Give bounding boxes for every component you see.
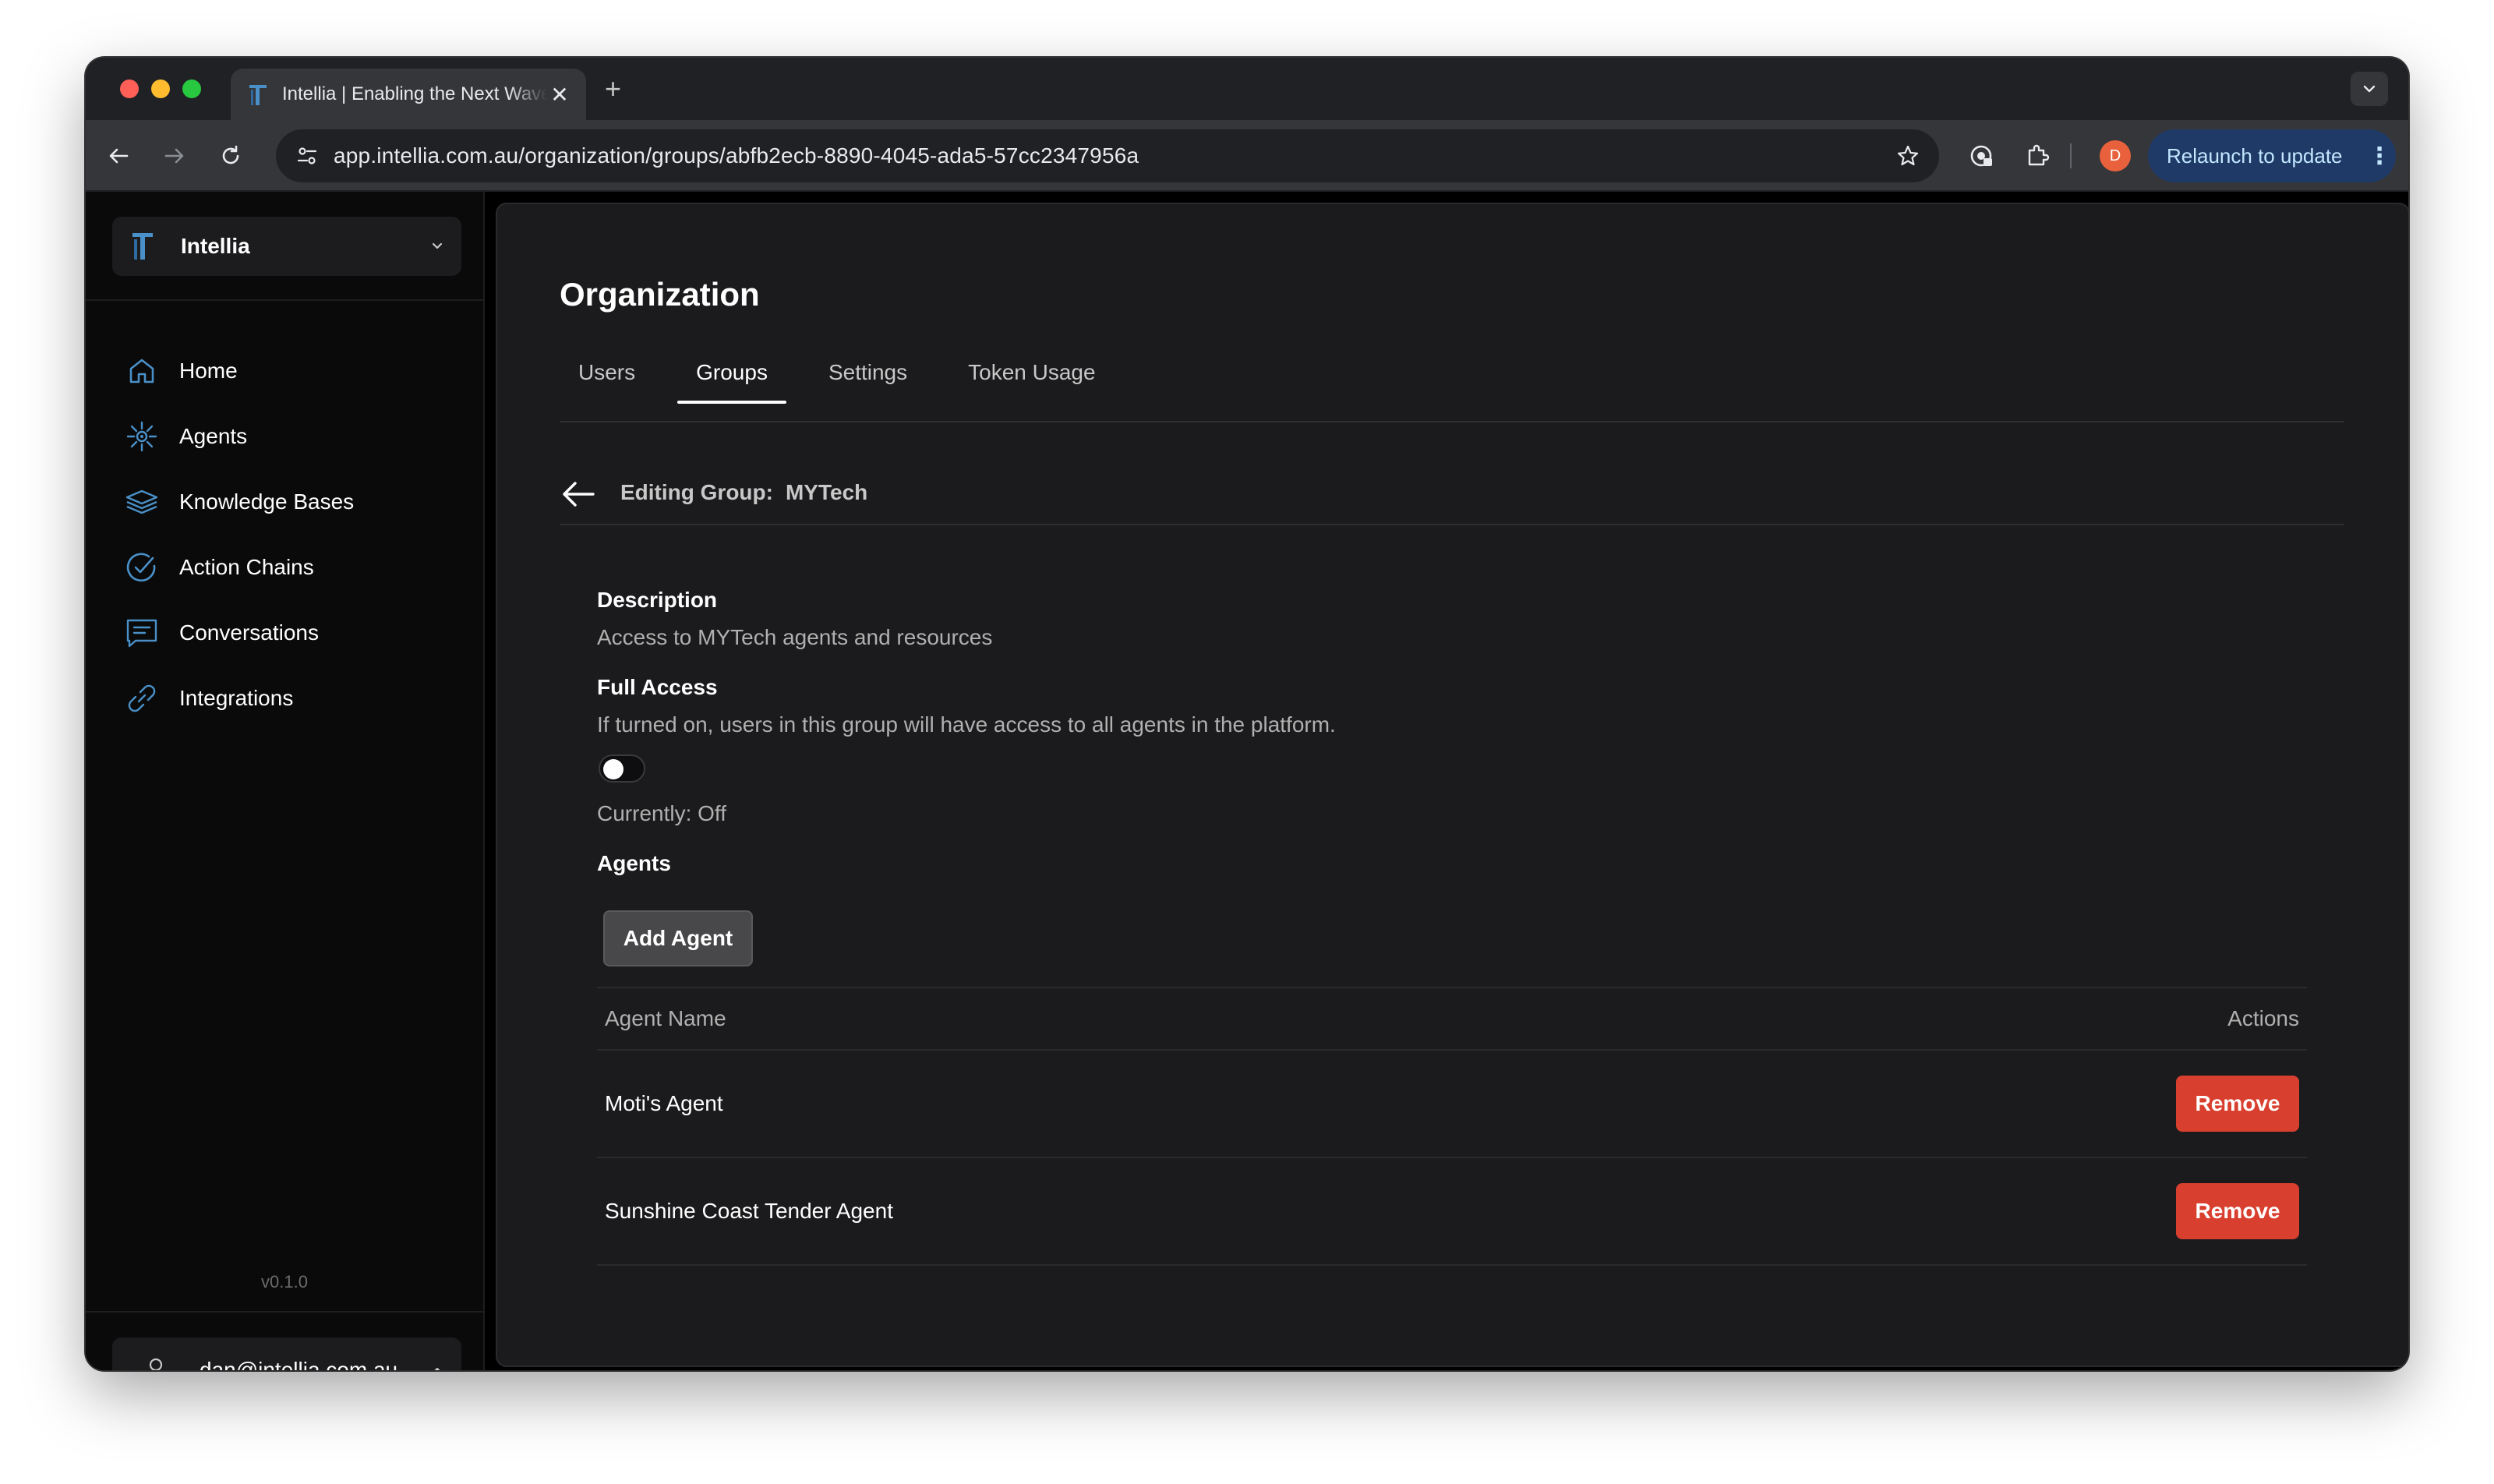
sidebar-item-label: Conversations bbox=[179, 620, 319, 645]
chevron-up-icon bbox=[434, 1367, 440, 1370]
editing-group-label: Editing Group: bbox=[620, 480, 773, 504]
browser-toolbar: app.intellia.com.au/organization/groups/… bbox=[86, 120, 2408, 192]
user-menu[interactable]: dan@intellia.com.au bbox=[112, 1337, 461, 1370]
org-tabs: Users Groups Settings Token Usage bbox=[560, 341, 1138, 404]
agent-name: Sunshine Coast Tender Agent bbox=[605, 1199, 893, 1223]
arrow-left-icon bbox=[563, 482, 595, 507]
header-divider bbox=[560, 524, 2344, 525]
arrow-right-icon bbox=[164, 148, 184, 164]
table-header-row: Agent Name Actions bbox=[597, 987, 2307, 1051]
org-switcher[interactable]: Intellia bbox=[112, 217, 461, 276]
reload-icon bbox=[222, 145, 239, 164]
column-header-actions: Actions bbox=[2227, 1006, 2299, 1030]
sidebar-item-agents[interactable]: Agents bbox=[125, 404, 452, 469]
sidebar-divider bbox=[86, 1311, 483, 1313]
description-text: Access to MYTech agents and resources bbox=[597, 625, 993, 649]
tab-title: Intellia | Enabling the Next Wave of Wor… bbox=[282, 83, 547, 104]
sidebar-item-label: Agents bbox=[179, 424, 248, 448]
sidebar-item-label: Knowledge Bases bbox=[179, 489, 355, 514]
main-panel: Organization Users Groups Settings Token… bbox=[496, 203, 2408, 1367]
remove-agent-button[interactable]: Remove bbox=[2176, 1076, 2299, 1132]
minimize-window-button[interactable] bbox=[151, 80, 170, 98]
app-version: v0.1.0 bbox=[261, 1272, 308, 1291]
remove-agent-button[interactable]: Remove bbox=[2176, 1183, 2299, 1239]
sidebar-item-conversations[interactable]: Conversations bbox=[125, 600, 452, 666]
tabs-divider bbox=[560, 421, 2344, 422]
full-access-heading: Full Access bbox=[597, 675, 718, 699]
password-manager-icon[interactable] bbox=[1964, 139, 1998, 173]
agents-heading: Agents bbox=[597, 851, 671, 875]
toggle-knob bbox=[603, 759, 624, 779]
sidebar-item-action-chains[interactable]: Action Chains bbox=[125, 535, 452, 600]
org-name: Intellia bbox=[181, 234, 250, 258]
tab-search-button[interactable] bbox=[2351, 72, 2388, 106]
new-tab-button[interactable]: + bbox=[605, 75, 621, 103]
extensions-puzzle-icon[interactable] bbox=[2020, 139, 2054, 173]
sidebar-item-integrations[interactable]: Integrations bbox=[125, 666, 452, 731]
browser-tab[interactable]: Intellia | Enabling the Next Wave of Wor… bbox=[231, 69, 586, 120]
chevron-down-icon bbox=[432, 242, 443, 249]
more-vertical-icon[interactable]: ⋮ bbox=[2368, 143, 2391, 170]
column-header-agent-name: Agent Name bbox=[605, 1006, 726, 1030]
sidebar-nav: Home Agents Knowledge Bases Action Chain… bbox=[125, 338, 452, 731]
maximize-window-button[interactable] bbox=[182, 80, 201, 98]
agent-name: Moti's Agent bbox=[605, 1091, 723, 1115]
group-name: MYTech bbox=[785, 480, 868, 504]
conversations-icon bbox=[125, 616, 159, 650]
sidebar-divider bbox=[86, 299, 483, 301]
knowledge-bases-icon bbox=[125, 485, 159, 519]
tab-close-icon[interactable]: ✕ bbox=[547, 82, 572, 108]
sidebar-item-label: Home bbox=[179, 359, 238, 383]
tab-token-usage[interactable]: Token Usage bbox=[949, 341, 1114, 404]
full-access-status: Currently: Off bbox=[597, 801, 726, 825]
user-email: dan@intellia.com.au bbox=[200, 1358, 398, 1370]
toolbar-separator bbox=[2070, 143, 2072, 168]
arrow-left-icon bbox=[109, 148, 129, 164]
forward-button[interactable] bbox=[157, 139, 192, 173]
sidebar: Intellia Home Agents Knowledge Bases Act… bbox=[86, 192, 485, 1370]
integrations-icon bbox=[125, 681, 159, 716]
url-text[interactable]: app.intellia.com.au/organization/groups/… bbox=[334, 143, 1892, 168]
full-access-description: If turned on, users in this group will h… bbox=[597, 712, 1336, 737]
browser-window: Intellia | Enabling the Next Wave of Wor… bbox=[86, 58, 2408, 1370]
tab-strip: Intellia | Enabling the Next Wave of Wor… bbox=[86, 58, 2408, 120]
table-row: Moti's Agent Remove bbox=[597, 1051, 2307, 1158]
back-to-groups-button[interactable] bbox=[560, 475, 597, 513]
tab-settings[interactable]: Settings bbox=[810, 341, 926, 404]
page-title: Organization bbox=[560, 276, 760, 313]
sidebar-item-home[interactable]: Home bbox=[125, 338, 452, 404]
user-icon bbox=[149, 1358, 163, 1370]
sidebar-item-knowledge-bases[interactable]: Knowledge Bases bbox=[125, 469, 452, 535]
table-row: Sunshine Coast Tender Agent Remove bbox=[597, 1158, 2307, 1266]
agents-table: Agent Name Actions Moti's Agent Remove S… bbox=[597, 987, 2307, 1266]
chevron-down-icon bbox=[2363, 85, 2376, 93]
relaunch-label: Relaunch to update bbox=[2167, 143, 2343, 168]
action-chains-icon bbox=[125, 550, 159, 585]
sidebar-item-label: Integrations bbox=[179, 686, 294, 710]
bookmark-star-icon[interactable] bbox=[1892, 140, 1923, 171]
profile-avatar[interactable]: D bbox=[2100, 140, 2131, 171]
intellia-favicon-icon bbox=[249, 85, 267, 105]
app-container: Intellia Home Agents Knowledge Bases Act… bbox=[86, 192, 2408, 1370]
back-button[interactable] bbox=[101, 139, 136, 173]
reload-button[interactable] bbox=[214, 139, 248, 173]
tab-groups[interactable]: Groups bbox=[677, 341, 786, 404]
add-agent-button[interactable]: Add Agent bbox=[603, 910, 753, 966]
editing-group-heading: Editing Group: MYTech bbox=[620, 480, 867, 505]
sidebar-item-label: Action Chains bbox=[179, 555, 314, 579]
site-info-icon[interactable] bbox=[291, 140, 323, 171]
relaunch-button[interactable]: Relaunch to update ⋮ bbox=[2148, 129, 2396, 182]
close-window-button[interactable] bbox=[120, 80, 139, 98]
address-bar[interactable]: app.intellia.com.au/organization/groups/… bbox=[276, 129, 1939, 182]
tab-users[interactable]: Users bbox=[560, 341, 654, 404]
full-access-toggle[interactable] bbox=[599, 754, 645, 783]
home-icon bbox=[125, 354, 159, 388]
description-heading: Description bbox=[597, 588, 718, 612]
intellia-logo-icon bbox=[132, 233, 153, 260]
agents-icon bbox=[125, 419, 159, 454]
